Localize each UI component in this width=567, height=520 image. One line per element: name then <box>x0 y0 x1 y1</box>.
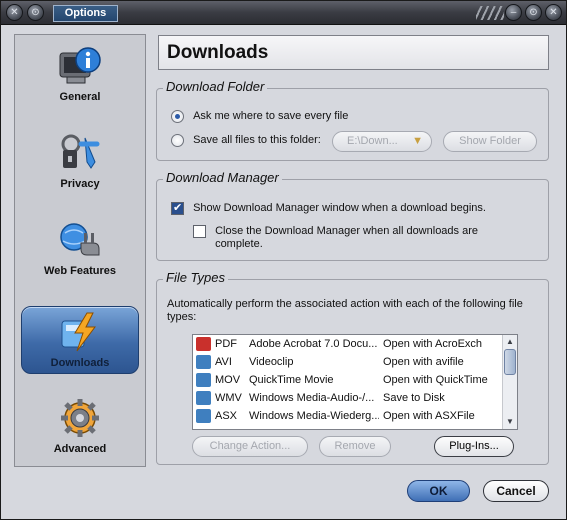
file-types-description-line1: Automatically perform the associated act… <box>167 298 523 310</box>
ask-label: Ask me where to save every file <box>193 110 349 123</box>
file-types-description-line2: types: <box>167 311 197 323</box>
download-manager-legend: Download Manager <box>163 170 282 185</box>
advanced-gear-icon <box>61 399 99 437</box>
close-dm-label-line1: Close the Download Manager when all down… <box>215 225 478 237</box>
scroll-down-icon[interactable]: ▼ <box>504 416 516 428</box>
save-all-radio-row[interactable]: Save all files to this folder: <box>171 134 321 147</box>
show-folder-button[interactable]: Show Folder <box>443 131 537 152</box>
sidebar-item-privacy[interactable]: Privacy <box>21 128 139 196</box>
close-icon[interactable]: ✕ <box>6 4 23 21</box>
page-header: Downloads <box>158 35 549 70</box>
grip-icon <box>476 6 504 20</box>
sidebar-label-privacy: Privacy <box>60 178 100 190</box>
show-dm-checkbox[interactable] <box>171 201 184 215</box>
list-item[interactable]: PDF Adobe Acrobat 7.0 Docu... Open with … <box>193 335 503 353</box>
sidebar-item-general[interactable]: General <box>21 41 139 109</box>
avi-file-icon <box>196 355 211 369</box>
asx-file-icon <box>196 409 211 423</box>
options-window: ✕ ⊙ Options – ⊙ ✕ General Privacy Web Fe… <box>0 0 567 520</box>
privacy-keys-icon <box>61 134 100 169</box>
sidebar-label-general: General <box>59 91 101 103</box>
wmv-file-icon <box>196 391 211 405</box>
sidebar-label-advanced: Advanced <box>53 443 107 455</box>
close-dm-label-line2: complete. <box>215 238 263 250</box>
sidebar-label-web-features: Web Features <box>44 265 116 277</box>
show-dm-row[interactable]: Show Download Manager window when a down… <box>171 201 486 215</box>
list-item[interactable]: WMV Windows Media-Audio-/... Save to Dis… <box>193 389 503 407</box>
file-types-legend: File Types <box>163 270 228 285</box>
options-sidebar: General Privacy Web Features Downloads A… <box>14 34 146 467</box>
close-dm-checkbox[interactable] <box>193 225 206 238</box>
web-features-plug-icon <box>60 223 100 256</box>
folder-value: E:\Down... <box>347 135 398 147</box>
downloads-bolt-icon <box>61 312 96 352</box>
close-window-icon[interactable]: ✕ <box>545 4 562 21</box>
folder-select[interactable]: E:\Down... ▼ <box>332 131 432 152</box>
sidebar-item-advanced[interactable]: Advanced <box>21 393 139 461</box>
change-action-button[interactable]: Change Action... <box>192 436 308 457</box>
show-dm-label: Show Download Manager window when a down… <box>193 202 486 215</box>
list-item[interactable]: MOV QuickTime Movie Open with QuickTime <box>193 371 503 389</box>
mov-file-icon <box>196 373 211 387</box>
cancel-button[interactable]: Cancel <box>483 480 549 502</box>
sidebar-label-downloads: Downloads <box>50 357 110 369</box>
plugins-button[interactable]: Plug-Ins... <box>434 436 514 457</box>
scroll-up-icon[interactable]: ▲ <box>504 336 516 348</box>
general-monitor-icon <box>59 47 101 84</box>
file-types-group: File Types Automatically perform the ass… <box>156 270 549 465</box>
download-manager-group: Download Manager Show Download Manager w… <box>156 170 549 261</box>
page-title: Downloads <box>167 42 269 63</box>
download-folder-group: Download Folder Ask me where to save eve… <box>156 79 549 161</box>
file-types-list[interactable]: PDF Adobe Acrobat 7.0 Docu... Open with … <box>192 334 518 430</box>
menu-icon[interactable]: ⊙ <box>27 4 44 21</box>
maximize-icon[interactable]: ⊙ <box>525 4 542 21</box>
remove-button[interactable]: Remove <box>319 436 391 457</box>
ask-radio[interactable] <box>171 110 184 123</box>
sidebar-item-web-features[interactable]: Web Features <box>21 215 139 283</box>
ok-button[interactable]: OK <box>407 480 470 502</box>
pdf-file-icon <box>196 337 211 351</box>
window-title: Options <box>53 5 118 22</box>
close-dm-row[interactable]: Close the Download Manager when all down… <box>193 225 478 251</box>
save-all-radio[interactable] <box>171 134 184 147</box>
title-bar[interactable]: ✕ ⊙ Options – ⊙ ✕ <box>1 1 566 25</box>
minimize-icon[interactable]: – <box>505 4 522 21</box>
scroll-thumb[interactable] <box>504 349 516 375</box>
list-item[interactable]: AVI Videoclip Open with avifile <box>193 353 503 371</box>
list-item[interactable]: ASX Windows Media-Wiederg... Open with A… <box>193 407 503 425</box>
download-folder-legend: Download Folder <box>163 79 268 94</box>
ask-radio-row[interactable]: Ask me where to save every file <box>171 110 348 123</box>
list-scrollbar[interactable]: ▲ ▼ <box>502 335 517 429</box>
folder-dropdown-icon: ▼ <box>412 135 423 147</box>
sidebar-item-downloads[interactable]: Downloads <box>21 306 139 374</box>
save-all-label: Save all files to this folder: <box>193 134 321 147</box>
